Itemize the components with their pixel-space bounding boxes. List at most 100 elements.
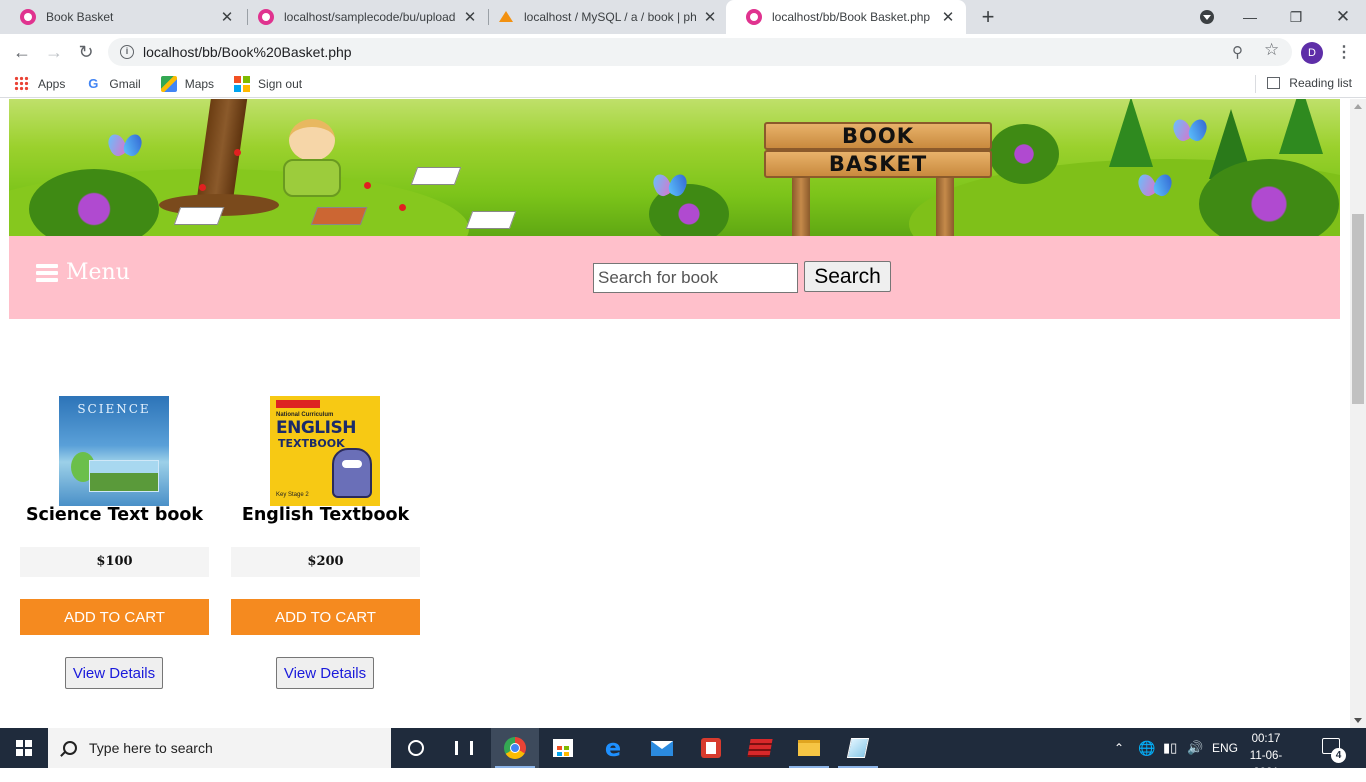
menu-bar: Menu Search [9,236,1340,319]
butterfly-illustration [1139,174,1173,198]
tab-upload[interactable]: localhost/samplecode/bu/upload ✕ [238,0,488,34]
minimize-button[interactable]: — [1227,0,1273,34]
close-icon[interactable]: ✕ [462,8,478,26]
page-viewport: BOOK BASKET Menu Search SCIENCE Science … [0,99,1350,728]
language-indicator[interactable]: ENG [1212,728,1238,768]
forward-button[interactable]: → [42,40,66,64]
start-button[interactable] [0,728,48,768]
divider [1255,75,1256,93]
bookmark-label: Maps [184,76,215,91]
cover-caption: SCIENCE [77,402,151,416]
menu-label: Menu [66,260,130,285]
task-view-button[interactable] [440,728,488,768]
close-icon[interactable]: ✕ [219,8,235,26]
tab-title: localhost/samplecode/bu/upload [284,10,456,24]
tab-search-icon[interactable] [1200,10,1214,24]
tab-phpmyadmin[interactable]: localhost / MySQL / a / book | ph ✕ [478,0,728,34]
taskbar-search-box[interactable]: Type here to search [48,728,391,768]
new-tab-button[interactable]: + [976,4,1000,30]
zoom-icon[interactable]: ⚲ [1232,43,1243,61]
taskbar-mail[interactable] [638,728,686,768]
network-icon[interactable]: 🌐 [1138,728,1155,768]
hamburger-icon [36,263,58,282]
book-cover-image[interactable]: SCIENCE [59,396,169,506]
add-to-cart-button[interactable]: ADD TO CART [231,599,420,635]
chevron-up-icon: ⌃ [1114,741,1125,755]
google-g-icon: G [88,75,99,91]
book-stack-illustration [310,207,368,225]
view-details-button[interactable]: View Details [276,657,374,689]
scroll-down-arrow-icon[interactable] [1354,718,1362,723]
search-button[interactable]: Search [804,261,891,292]
bookmark-apps[interactable]: Apps [14,75,65,92]
cortana-button[interactable] [392,728,440,768]
book-basket-signboard: BOOK BASKET [764,114,992,236]
profile-avatar[interactable]: D [1301,42,1323,64]
taskbar-store[interactable] [539,728,587,768]
bookmark-label: Gmail [109,76,141,91]
add-to-cart-button[interactable]: ADD TO CART [20,599,209,635]
show-hidden-icons[interactable]: ⌃ [1114,728,1124,768]
butterfly-illustration [1174,119,1208,143]
battery-icon[interactable]: ▮▯ [1163,728,1177,768]
search-icon [63,741,77,755]
tab-book-basket[interactable]: Book Basket ✕ [0,0,245,34]
scroll-up-arrow-icon[interactable] [1354,104,1362,109]
taskbar-file-explorer[interactable] [785,728,833,768]
kid-body [283,159,341,197]
close-icon[interactable]: ✕ [702,8,718,26]
bookmarks-bar: Apps G Gmail Maps Sign out Reading list [0,70,1366,98]
bookmark-star-icon[interactable]: ☆ [1264,40,1279,60]
bookmark-sign-out[interactable]: Sign out [234,75,302,92]
stack-app-icon [747,739,773,757]
taskbar-chrome[interactable] [491,728,539,768]
robot-illustration [332,448,372,498]
cover-landscape-graphic [89,460,159,492]
apps-grid-icon [14,75,30,92]
book-search-input[interactable] [593,263,798,293]
menu-button[interactable]: Menu [36,260,130,285]
apple-illustration [364,182,371,189]
reading-list-button[interactable]: Reading list [1267,76,1352,90]
apple-illustration [399,204,406,211]
book-cover-image[interactable]: National Curriculum ENGLISH TEXTBOOK Key… [270,396,380,506]
restore-button[interactable]: ❐ [1273,0,1319,34]
taskbar-app-red[interactable] [736,728,784,768]
site-info-icon[interactable]: i [120,45,134,59]
taskbar-notepad[interactable] [834,728,882,768]
address-bar[interactable]: i localhost/bb/Book%20Basket.php [108,38,1292,66]
taskbar-office[interactable] [687,728,735,768]
tab-book-basket-php[interactable]: localhost/bb/Book Basket.php ✕ [726,0,966,34]
scrollbar-thumb[interactable] [1352,214,1364,404]
reading-list-icon [1267,77,1281,89]
bookmark-gmail[interactable]: G Gmail [85,76,140,92]
mail-icon [651,740,673,756]
browser-menu-icon[interactable]: ⋮ [1336,42,1352,62]
close-window-button[interactable]: ✕ [1320,0,1366,34]
wamp-favicon-icon [746,9,762,25]
reading-kid-illustration [277,119,347,199]
close-icon[interactable]: ✕ [940,8,956,26]
open-book-illustration [173,207,225,225]
product-name: English Textbook [241,505,410,525]
tab-title: Book Basket [46,10,114,24]
page-scrollbar[interactable] [1350,99,1366,728]
cover-footer: Key Stage 2 [276,492,309,498]
taskbar-edge[interactable]: e [589,728,637,768]
view-details-button[interactable]: View Details [65,657,163,689]
taskbar-search-placeholder: Type here to search [89,740,213,756]
windows-logo-icon [16,740,32,756]
microsoft-icon [234,75,251,92]
open-book-illustration [465,211,517,229]
clock-date: 11-06-2021 [1249,750,1283,779]
butterfly-illustration [109,134,161,158]
cover-title: ENGLISH [276,418,356,438]
back-button[interactable]: ← [10,40,34,64]
volume-icon[interactable]: 🔊 [1187,728,1203,768]
system-clock[interactable]: 00:17 11-06-2021 [1238,731,1294,782]
reload-button[interactable]: ↻ [74,40,98,64]
browser-tab-bar: Book Basket ✕ localhost/samplecode/bu/up… [0,0,1366,34]
url-text: localhost/bb/Book%20Basket.php [143,44,352,60]
bookmark-maps[interactable]: Maps [160,75,215,92]
kid-head [289,119,335,161]
